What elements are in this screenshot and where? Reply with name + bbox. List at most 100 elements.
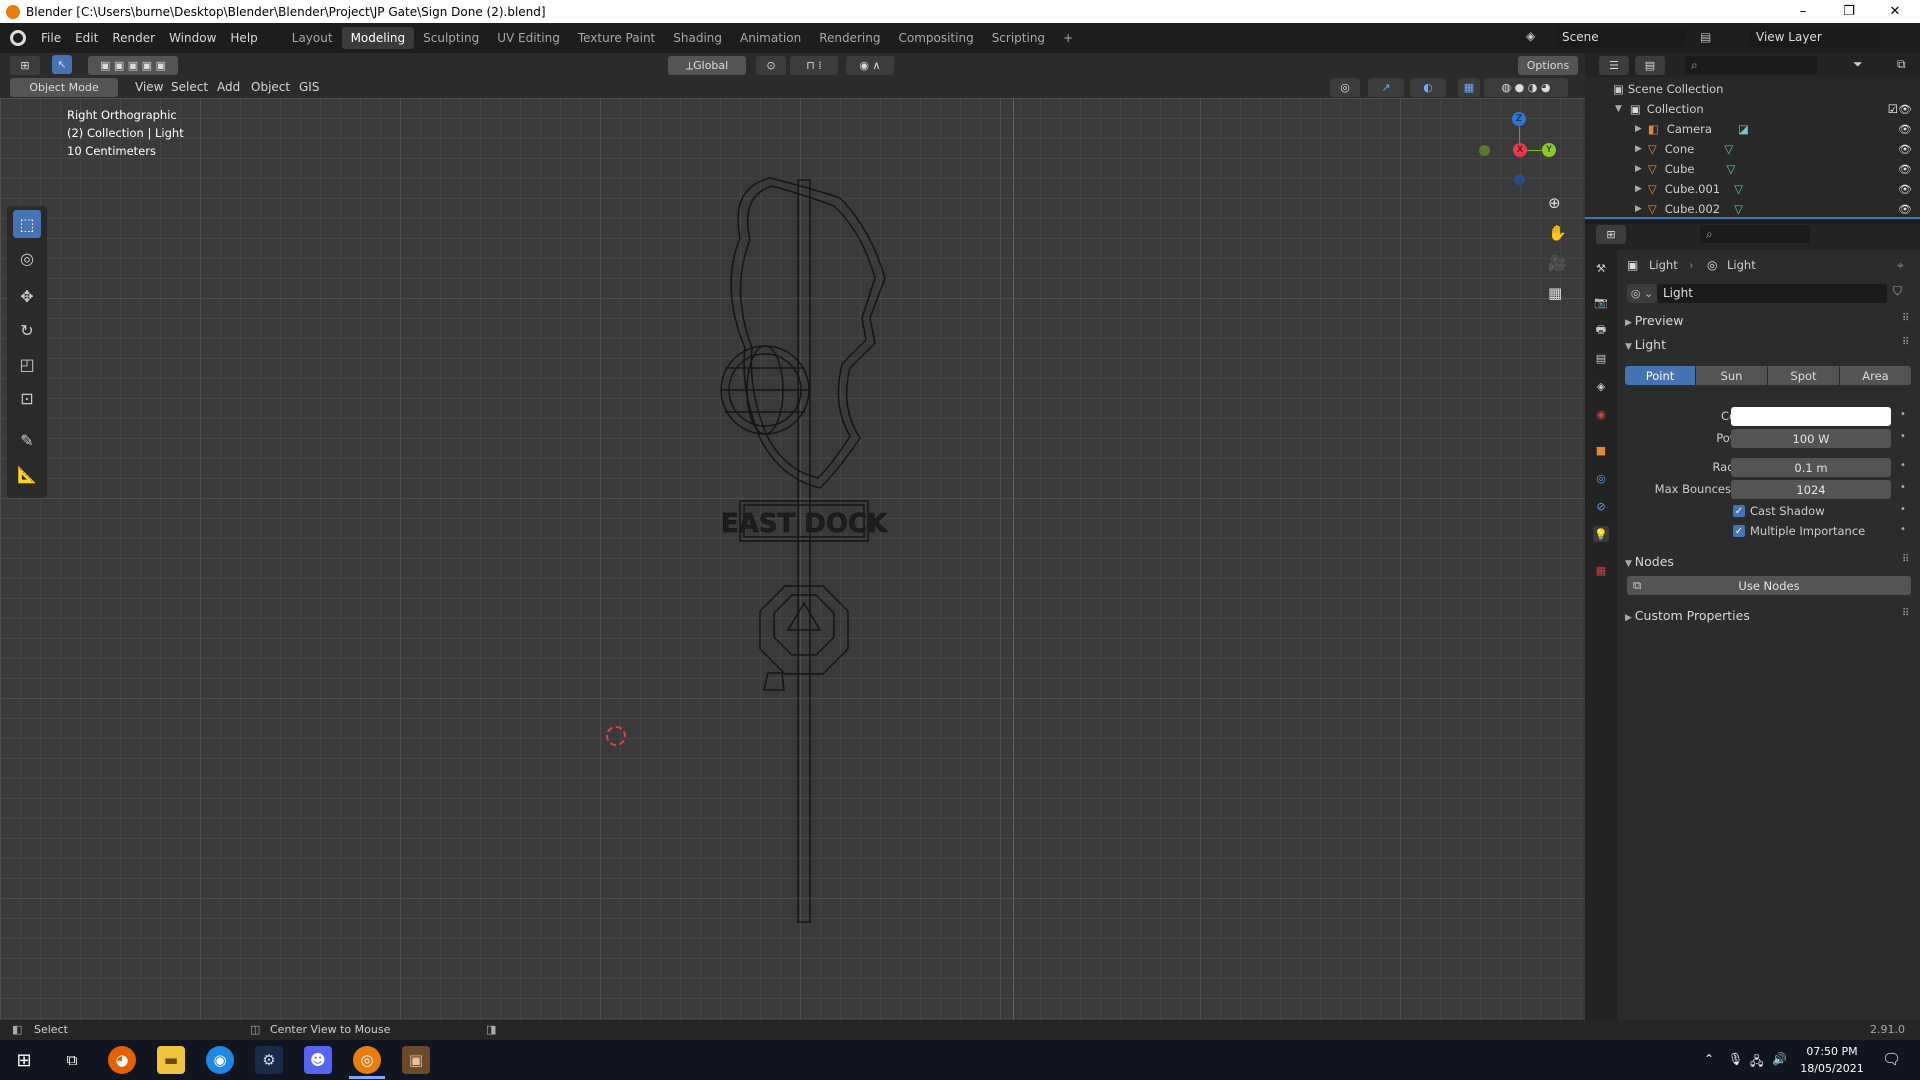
texture-tab-icon[interactable]: ▦: [1593, 562, 1609, 578]
outliner-item-cone[interactable]: ▶ ▽ Cone ▽ 👁: [1585, 139, 1920, 159]
measure-icon[interactable]: 📐: [13, 460, 41, 488]
tab-sculpting[interactable]: Sculpting: [414, 27, 488, 49]
shading-mode-icons[interactable]: ◍ ● ◑ ◕: [1484, 78, 1568, 97]
outliner-collection[interactable]: ▼ ▣ Collection ☑ 👁: [1585, 99, 1920, 119]
menu-object[interactable]: Object: [244, 76, 297, 98]
multiple-importance-checkbox[interactable]: ✓: [1733, 525, 1745, 537]
microphone-icon[interactable]: 🎙: [1728, 1052, 1743, 1066]
max-bounces-field[interactable]: 1024: [1731, 480, 1891, 499]
custom-properties-panel-header[interactable]: ▶ Custom Properties: [1625, 608, 1750, 623]
sign-wireframe[interactable]: EAST DOCK: [700, 168, 940, 938]
keyframe-dot-icon[interactable]: •: [1900, 524, 1906, 535]
render-tab-icon[interactable]: 📷: [1593, 294, 1609, 310]
notifications-icon[interactable]: 🗨: [1882, 1050, 1901, 1068]
tab-shading[interactable]: Shading: [664, 27, 731, 49]
menu-render[interactable]: Render: [105, 27, 162, 49]
eye-icon[interactable]: 👁: [1898, 183, 1912, 196]
tab-layout[interactable]: Layout: [283, 27, 342, 49]
gizmo-x-axis[interactable]: X: [1513, 143, 1527, 157]
pin-icon[interactable]: ⌖: [1897, 258, 1904, 273]
tool-tab-icon[interactable]: ⚒: [1593, 260, 1609, 276]
physics-tab-icon[interactable]: ◎: [1593, 470, 1609, 486]
gizmo-y-axis[interactable]: Y: [1542, 143, 1556, 157]
menu-gis[interactable]: GIS: [292, 76, 326, 98]
scale-icon[interactable]: ◰: [13, 350, 41, 378]
clock-date[interactable]: 18/05/2021: [1800, 1062, 1864, 1075]
select-tool-icon[interactable]: ↖: [52, 55, 72, 74]
expand-arrow-icon[interactable]: ▶: [1635, 144, 1642, 154]
menu-select[interactable]: Select: [164, 76, 215, 98]
new-collection-icon[interactable]: ⧉: [1897, 57, 1906, 72]
menu-window[interactable]: Window: [162, 27, 223, 49]
xray-icon[interactable]: ▦: [1458, 78, 1480, 97]
power-field[interactable]: 100 W: [1731, 429, 1891, 448]
outliner-scene-collection[interactable]: ▣ Scene Collection: [1585, 79, 1920, 99]
keyframe-dot-icon[interactable]: •: [1900, 482, 1906, 493]
fake-user-icon[interactable]: ⛉: [1893, 284, 1902, 299]
tab-scripting[interactable]: Scripting: [983, 27, 1054, 49]
gizmo-neg-z[interactable]: [1514, 174, 1525, 185]
object-tab-icon[interactable]: ■: [1593, 442, 1609, 458]
view-layer-selector[interactable]: View Layer: [1750, 27, 1880, 47]
light-datablock-icon[interactable]: ◎ ⌄: [1627, 284, 1657, 303]
eye-icon[interactable]: 👁: [1898, 143, 1912, 156]
radius-field[interactable]: 0.1 m: [1731, 458, 1891, 477]
select-box-icon[interactable]: ⬚: [13, 210, 41, 238]
expand-arrow-icon[interactable]: ▶: [1635, 184, 1642, 194]
visibility-icon[interactable]: ◎: [1330, 78, 1360, 97]
light-datablock-name[interactable]: Light: [1657, 284, 1887, 303]
outliner-editor-type-icon[interactable]: ☰: [1599, 56, 1629, 75]
outliner-item-cube-001[interactable]: ▶ ▽ Cube.001 ▽ 👁: [1585, 179, 1920, 199]
constraints-tab-icon[interactable]: ⊘: [1593, 498, 1609, 514]
gizmo-toggle-icon[interactable]: ↗: [1368, 78, 1404, 97]
view-layer-tab-icon[interactable]: ▤: [1593, 350, 1609, 366]
snap-icon[interactable]: ⊓ ⁞: [790, 56, 838, 75]
transform-orientation-dropdown[interactable]: ⟂ Global: [668, 56, 746, 75]
tab-compositing[interactable]: Compositing: [889, 27, 982, 49]
light-data-tab-icon[interactable]: 💡: [1593, 526, 1609, 542]
expand-arrow-icon[interactable]: ▶: [1635, 164, 1642, 174]
pivot-icon[interactable]: ⊙: [756, 56, 786, 75]
world-tab-icon[interactable]: ◉: [1593, 406, 1609, 422]
minimize-button[interactable]: –: [1780, 0, 1826, 23]
collection-checkbox-icon[interactable]: ☑: [1888, 102, 1898, 116]
scene-selector[interactable]: Scene: [1556, 27, 1686, 47]
3d-viewport[interactable]: ⬚ ◎ ✥ ↻ ◰ ⊡ ✎ 📐 Right Orthographic (2) C…: [0, 98, 1585, 1020]
expand-arrow-icon[interactable]: ▶: [1635, 204, 1642, 214]
outliner-scroll-indicator[interactable]: [1585, 217, 1920, 219]
keyframe-dot-icon[interactable]: •: [1900, 431, 1906, 442]
view-layer-icon[interactable]: ▤: [1700, 27, 1724, 47]
outliner-item-cube[interactable]: ▶ ▽ Cube ▽ 👁: [1585, 159, 1920, 179]
minecraft-icon[interactable]: ▣: [402, 1046, 430, 1074]
gizmo-neg-y[interactable]: [1479, 145, 1490, 156]
scene-icon[interactable]: ◈: [1526, 29, 1535, 43]
light-type-spot[interactable]: Spot: [1768, 366, 1839, 385]
cast-shadow-checkbox[interactable]: ✓: [1733, 505, 1745, 517]
tab-modeling[interactable]: Modeling: [341, 27, 415, 49]
properties-search-input[interactable]: ⌕: [1700, 225, 1810, 243]
tab-texture-paint[interactable]: Texture Paint: [569, 27, 664, 49]
ortho-grid-icon[interactable]: ▦: [1548, 284, 1562, 302]
color-field[interactable]: [1731, 407, 1891, 426]
tray-expand-icon[interactable]: ⌃: [1704, 1052, 1714, 1066]
task-view-icon[interactable]: ⧉: [58, 1046, 86, 1074]
outliner-search-input[interactable]: ⌕: [1685, 56, 1817, 74]
steam-icon[interactable]: ⚙: [255, 1046, 283, 1074]
editor-type-button[interactable]: ⊞: [10, 56, 40, 75]
close-button[interactable]: ✕: [1872, 0, 1918, 23]
menu-add[interactable]: Add: [210, 76, 247, 98]
options-dropdown[interactable]: Options: [1518, 56, 1578, 75]
menu-help[interactable]: Help: [223, 27, 264, 49]
light-type-point[interactable]: Point: [1625, 366, 1695, 385]
tab-animation[interactable]: Animation: [731, 27, 810, 49]
drag-handle-icon[interactable]: ⠿: [1902, 313, 1909, 324]
proportional-edit-icon[interactable]: ◉ ∧: [846, 56, 894, 75]
light-type-sun[interactable]: Sun: [1696, 366, 1767, 385]
keyframe-dot-icon[interactable]: •: [1900, 504, 1906, 515]
volume-icon[interactable]: 🔊: [1772, 1052, 1787, 1066]
zoom-icon[interactable]: ⊕: [1548, 194, 1561, 212]
drag-handle-icon[interactable]: ⠿: [1902, 337, 1909, 348]
light-panel-header[interactable]: ▼ Light: [1625, 337, 1666, 352]
app-blue-icon[interactable]: ◉: [206, 1046, 234, 1074]
annotate-icon[interactable]: ✎: [13, 426, 41, 454]
